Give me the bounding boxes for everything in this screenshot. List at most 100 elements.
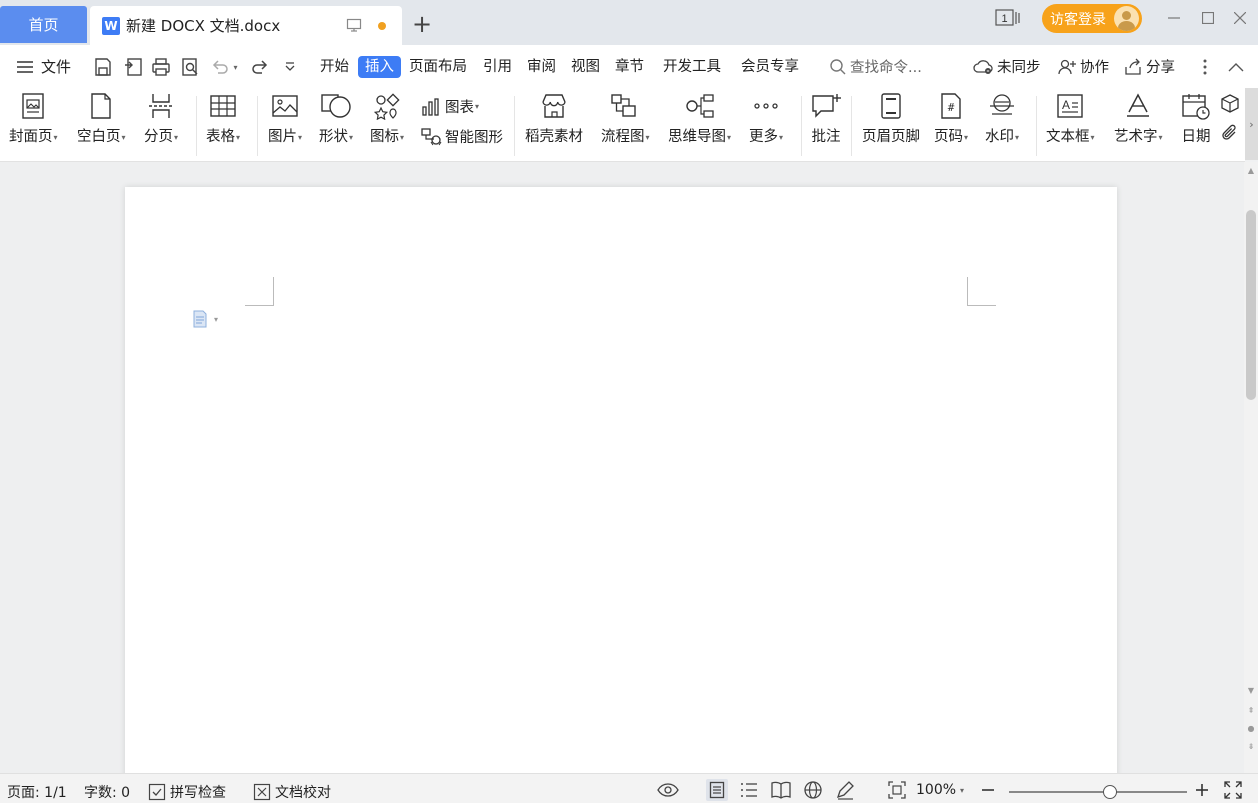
print-preview-icon[interactable]: [178, 55, 202, 79]
document-page[interactable]: ▾: [125, 187, 1117, 787]
collapse-ribbon-icon[interactable]: [1224, 55, 1248, 79]
sync-status[interactable]: 未同步: [973, 56, 1041, 77]
wordart-button[interactable]: 艺术字▾: [1114, 92, 1163, 146]
fit-page-icon[interactable]: [886, 779, 908, 801]
spellcheck-button[interactable]: 拼写检查: [148, 782, 226, 802]
margin-corner-top-left: [245, 277, 274, 306]
icon-library-button[interactable]: 图标▾: [370, 92, 404, 146]
guest-login-button[interactable]: 访客登录: [1042, 4, 1142, 33]
previous-page-icon[interactable]: ⇞: [1244, 706, 1258, 715]
picture-icon: [272, 95, 298, 117]
more-options-icon[interactable]: [1193, 55, 1217, 79]
customize-quick-access-icon[interactable]: [278, 55, 302, 79]
picture-button[interactable]: 图片▾: [268, 92, 302, 146]
object-button[interactable]: [1219, 93, 1241, 115]
comment-icon: [812, 94, 841, 118]
material-shop-icon: [542, 94, 566, 118]
eye-protection-icon[interactable]: [657, 779, 679, 801]
blank-page-button[interactable]: 空白页▾: [77, 92, 126, 146]
page-number-icon: #: [941, 93, 961, 119]
page-number-button[interactable]: # 页码▾: [934, 92, 968, 146]
menu-review[interactable]: 审阅: [527, 56, 556, 78]
file-menu[interactable]: 文件: [16, 56, 71, 77]
page-break-button[interactable]: 分页▾: [144, 92, 178, 146]
menu-view[interactable]: 视图: [571, 56, 600, 78]
attachment-button[interactable]: [1219, 122, 1241, 144]
print-icon[interactable]: [149, 55, 173, 79]
table-button[interactable]: 表格▾: [206, 92, 240, 146]
spellcheck-label: 拼写检查: [170, 785, 226, 801]
word-count[interactable]: 字数: 0: [84, 782, 130, 802]
new-tab-plus-icon[interactable]: +: [412, 12, 432, 36]
zoom-in-icon[interactable]: [1191, 779, 1213, 801]
menu-home[interactable]: 开始: [320, 56, 349, 78]
cover-page-button[interactable]: 封面页▾: [9, 92, 58, 146]
fullscreen-icon[interactable]: [1222, 779, 1244, 801]
watermark-button[interactable]: 水印▾: [985, 92, 1019, 146]
document-canvas[interactable]: ▾: [0, 162, 1244, 787]
guest-login-label: 访客登录: [1050, 11, 1106, 28]
menu-sections[interactable]: 章节: [615, 56, 644, 78]
scroll-down-icon[interactable]: ▼: [1244, 686, 1258, 695]
more-insert-button[interactable]: 更多▾: [749, 92, 783, 146]
select-browse-object-icon[interactable]: ●: [1244, 724, 1258, 733]
command-search[interactable]: 查找命令...: [829, 56, 922, 77]
undo-dropdown-icon[interactable]: ▾: [228, 55, 242, 79]
vertical-scrollbar[interactable]: ▲ ▼ ⇞ ● ⇟: [1244, 162, 1258, 773]
close-icon[interactable]: [1230, 8, 1250, 28]
export-pdf-icon[interactable]: [121, 55, 145, 79]
more-dots-icon: [754, 103, 778, 109]
mindmap-button[interactable]: 思维导图▾: [668, 92, 731, 146]
redo-icon[interactable]: [248, 55, 272, 79]
scrollbar-thumb[interactable]: [1246, 210, 1256, 400]
outline-view-icon[interactable]: [738, 779, 760, 801]
svg-text:A: A: [1062, 98, 1070, 112]
header-footer-button[interactable]: 页眉页脚: [862, 92, 920, 146]
window-switch-icon[interactable]: 1: [995, 8, 1021, 32]
collaborate-icon: [1058, 59, 1076, 74]
web-layout-icon[interactable]: [802, 779, 824, 801]
date-button[interactable]: 日期: [1181, 92, 1211, 146]
menu-insert[interactable]: 插入: [358, 56, 401, 78]
write-mode-pen-icon[interactable]: [834, 779, 856, 801]
unsaved-dot-icon: [378, 22, 386, 30]
zoom-slider-knob[interactable]: [1103, 785, 1117, 799]
monitor-icon[interactable]: [346, 17, 362, 37]
document-tab[interactable]: W 新建 DOCX 文档.docx: [90, 6, 402, 45]
maximize-icon[interactable]: [1198, 8, 1218, 28]
menu-page-layout[interactable]: 页面布局: [409, 56, 467, 78]
document-tab-title: 新建 DOCX 文档.docx: [126, 17, 281, 35]
page-view-icon[interactable]: [706, 779, 728, 801]
share-button[interactable]: 分享: [1123, 56, 1175, 77]
zoom-out-icon[interactable]: [977, 779, 999, 801]
flowchart-icon: [611, 94, 636, 117]
proofread-button[interactable]: 文档校对: [253, 782, 331, 802]
next-page-icon[interactable]: ⇟: [1244, 742, 1258, 751]
material-button[interactable]: 稻壳素材: [525, 92, 583, 146]
insert-ribbon: 封面页▾ 空白页▾ 分页▾ 表格▾ 图片▾ 形状▾ 图标▾ 图表 ▾ 智能图形 稻…: [0, 88, 1245, 162]
zoom-level-dropdown[interactable]: 100% ▾: [916, 782, 964, 798]
paragraph-layout-icon[interactable]: ▾: [191, 310, 218, 328]
status-bar: 页面: 1/1 字数: 0 拼写检查 文档校对 100% ▾: [0, 773, 1258, 803]
chart-button[interactable]: 图表 ▾: [421, 96, 479, 117]
menu-developer[interactable]: 开发工具: [663, 56, 721, 78]
menu-member[interactable]: 会员专享: [741, 56, 799, 78]
collaborate-button[interactable]: 协作: [1057, 56, 1109, 77]
home-tab[interactable]: 首页: [0, 6, 87, 43]
calendar-icon: [1182, 94, 1210, 120]
scroll-up-icon[interactable]: ▲: [1244, 166, 1258, 175]
ribbon-scroll-right-icon[interactable]: ›: [1245, 88, 1258, 160]
material-label: 稻壳素材: [525, 129, 583, 145]
smartart-button[interactable]: 智能图形: [420, 126, 503, 147]
minimize-icon[interactable]: [1164, 8, 1184, 28]
menu-references[interactable]: 引用: [483, 56, 512, 78]
page-count[interactable]: 页面: 1/1: [7, 782, 67, 802]
save-icon[interactable]: [91, 55, 115, 79]
search-icon: [830, 58, 846, 74]
shape-button[interactable]: 形状▾: [319, 92, 353, 146]
reading-mode-icon[interactable]: [770, 779, 792, 801]
textbox-button[interactable]: A 文本框▾: [1046, 92, 1095, 146]
flowchart-button[interactable]: 流程图▾: [601, 92, 650, 146]
zoom-slider[interactable]: [1009, 785, 1187, 799]
comment-button[interactable]: 批注: [810, 92, 842, 146]
